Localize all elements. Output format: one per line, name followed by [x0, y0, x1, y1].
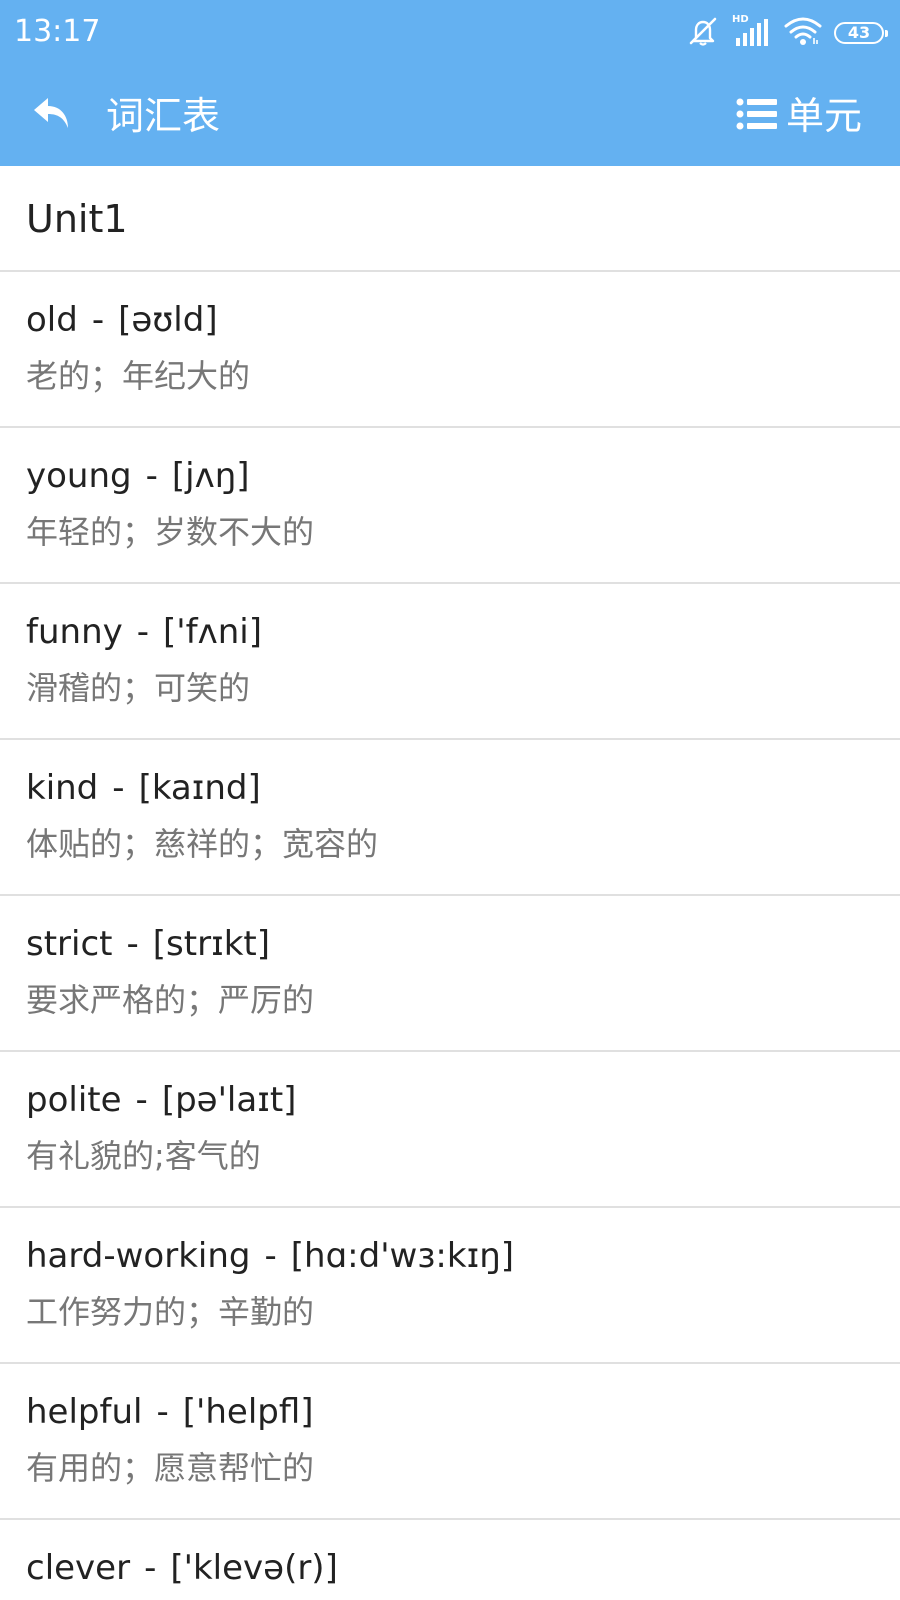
battery-level: 43	[847, 23, 871, 42]
word-meaning: 有用的；愿意帮忙的	[26, 1449, 315, 1487]
battery-tip	[885, 30, 888, 37]
word-separator: -	[136, 612, 150, 652]
word-row[interactable]: helpful - ['helpfl] 有用的；愿意帮忙的	[0, 1364, 900, 1520]
wifi-icon	[784, 16, 822, 50]
word-meaning: 有礼貌的;客气的	[26, 1137, 261, 1175]
word-meaning: 体贴的；慈祥的；宽容的	[26, 825, 379, 863]
word-text: funny	[26, 612, 123, 652]
word-row[interactable]: funny - ['fʌni] 滑稽的；可笑的	[0, 584, 900, 740]
word-line: helpful - ['helpfl]	[26, 1390, 314, 1434]
word-text: polite	[26, 1080, 122, 1120]
word-phonetic: [kaɪnd]	[138, 768, 261, 808]
word-separator: -	[264, 1236, 277, 1276]
app-bar: 词汇表 单元	[0, 66, 900, 166]
word-phonetic: ['helpfl]	[182, 1392, 314, 1432]
word-line: hard-working - [hɑ:d'wɜ:kɪŋ]	[26, 1234, 514, 1278]
word-line: strict - [strɪkt]	[26, 922, 270, 966]
word-separator: -	[112, 768, 125, 808]
screen: 13:17 HD 43 词汇表 单元 Unit1 old - [əʊld] 老的…	[0, 0, 900, 1600]
list-menu-icon	[736, 96, 778, 136]
word-text: old	[26, 300, 78, 340]
signal-icon: HD	[732, 15, 772, 48]
bell-off-icon	[686, 16, 720, 50]
word-text: clever	[26, 1548, 131, 1588]
back-button[interactable]	[22, 88, 82, 144]
word-text: helpful	[26, 1392, 143, 1432]
status-bar: 13:17 HD 43	[0, 0, 900, 66]
unit-title: Unit1	[26, 197, 128, 241]
word-line: polite - [pə'laɪt]	[26, 1078, 296, 1122]
word-row[interactable]: polite - [pə'laɪt] 有礼貌的;客气的	[0, 1052, 900, 1208]
word-meaning: 要求严格的；严厉的	[26, 981, 315, 1019]
word-separator: -	[144, 1548, 157, 1588]
word-text: young	[26, 456, 132, 496]
word-line: old - [əʊld]	[26, 298, 218, 342]
word-row[interactable]: kind - [kaɪnd] 体贴的；慈祥的；宽容的	[0, 740, 900, 896]
word-phonetic: ['fʌni]	[163, 612, 262, 652]
unit-button[interactable]: 单元	[736, 90, 862, 142]
word-line: clever - ['klevə(r)]	[26, 1546, 338, 1590]
word-separator: -	[145, 456, 158, 496]
battery-icon: 43	[834, 22, 888, 44]
word-phonetic: [əʊld]	[118, 300, 218, 340]
word-meaning: 滑稽的；可笑的	[26, 669, 251, 707]
word-separator: -	[156, 1392, 169, 1432]
word-row[interactable]: hard-working - [hɑ:d'wɜ:kɪŋ] 工作努力的；辛勤的	[0, 1208, 900, 1364]
word-text: kind	[26, 768, 99, 808]
page-title: 词汇表	[106, 94, 221, 138]
word-separator: -	[91, 300, 105, 340]
word-phonetic: [pə'laɪt]	[161, 1080, 297, 1120]
word-row[interactable]: clever - ['klevə(r)]	[0, 1520, 900, 1600]
status-icons: HD 43	[674, 15, 888, 50]
status-time: 13:17	[14, 14, 101, 49]
vocabulary-list: Unit1 old - [əʊld] 老的；年纪大的 young - [jʌŋ] 年轻的…	[0, 166, 900, 1600]
unit-button-label: 单元	[785, 94, 862, 138]
word-phonetic: [jʌŋ]	[171, 456, 250, 496]
word-line: funny - ['fʌni]	[26, 610, 262, 654]
word-line: kind - [kaɪnd]	[26, 766, 261, 810]
unit-header: Unit1	[0, 166, 900, 272]
word-text: hard-working	[26, 1236, 251, 1276]
word-meaning: 工作努力的；辛勤的	[26, 1293, 315, 1331]
word-meaning: 年轻的；岁数不大的	[26, 513, 315, 551]
word-phonetic: ['klevə(r)]	[170, 1548, 338, 1588]
word-separator: -	[135, 1080, 148, 1120]
word-phonetic: [strɪkt]	[152, 924, 270, 964]
back-arrow-icon	[30, 94, 74, 138]
word-text: strict	[26, 924, 113, 964]
word-separator: -	[126, 924, 139, 964]
word-row[interactable]: old - [əʊld] 老的；年纪大的	[0, 272, 900, 428]
word-phonetic: [hɑ:d'wɜ:kɪŋ]	[290, 1236, 515, 1276]
word-line: young - [jʌŋ]	[26, 454, 250, 498]
word-row[interactable]: strict - [strɪkt] 要求严格的；严厉的	[0, 896, 900, 1052]
word-row[interactable]: young - [jʌŋ] 年轻的；岁数不大的	[0, 428, 900, 584]
word-meaning: 老的；年纪大的	[26, 357, 251, 395]
